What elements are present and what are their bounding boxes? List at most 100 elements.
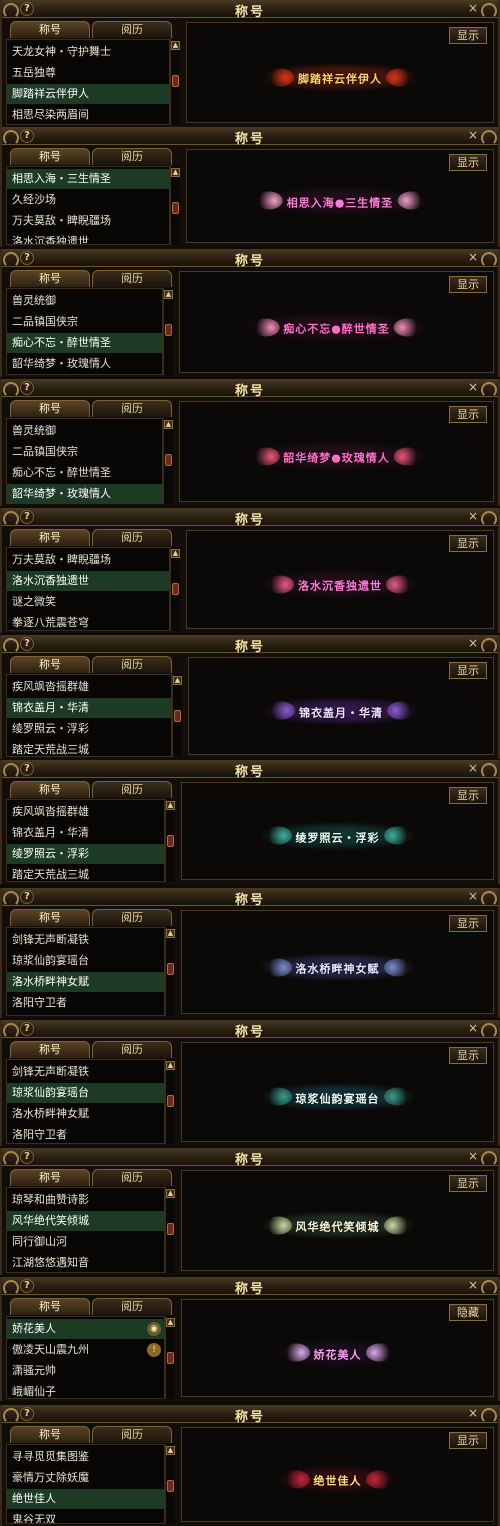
list-item[interactable]: 拳逐八荒震苍穹 xyxy=(7,613,169,630)
scroll-up-button[interactable]: ▲ xyxy=(166,801,175,810)
list-item[interactable]: 绫罗照云・浮彩 xyxy=(7,844,164,864)
scroll-thumb[interactable] xyxy=(167,1095,174,1107)
scroll-thumb[interactable] xyxy=(167,1223,174,1235)
list-item[interactable]: 洛水沉香独遗世 xyxy=(7,571,169,591)
show-button[interactable]: 显示 xyxy=(449,276,487,293)
list-item[interactable]: 二品镇国侠宗 xyxy=(7,442,162,462)
scrollbar[interactable]: ▲ xyxy=(165,1444,175,1524)
tab-history[interactable]: 阅历 xyxy=(92,1426,172,1443)
tab-titles[interactable]: 称号 xyxy=(10,656,90,673)
scroll-up-button[interactable]: ▲ xyxy=(164,420,173,429)
list-item[interactable]: 疾风飒沓摇群雄 xyxy=(7,802,164,822)
close-icon[interactable]: × xyxy=(466,890,480,904)
scrollbar[interactable]: ▲ xyxy=(172,674,182,757)
tab-titles[interactable]: 称号 xyxy=(10,909,90,926)
tab-history[interactable]: 阅历 xyxy=(92,1169,172,1186)
tab-titles[interactable]: 称号 xyxy=(10,148,90,165)
scrollbar[interactable]: ▲ xyxy=(165,1316,175,1399)
list-item[interactable]: 锦衣盖月・华清 xyxy=(7,698,171,718)
eye-icon[interactable]: ◉ xyxy=(147,1322,161,1336)
list-item[interactable]: 天龙女神・守护舞士 xyxy=(7,42,169,62)
tab-titles[interactable]: 称号 xyxy=(10,270,90,287)
show-button[interactable]: 显示 xyxy=(449,1047,487,1064)
show-button[interactable]: 显示 xyxy=(449,915,487,932)
list-item[interactable]: 洛水沉香独遗世 xyxy=(7,232,169,244)
list-item[interactable]: 洛阳守卫者 xyxy=(7,1125,164,1143)
list-item[interactable]: 琼琴和曲赞诗影 xyxy=(7,1190,164,1210)
show-button[interactable]: 显示 xyxy=(449,406,487,423)
tab-history[interactable]: 阅历 xyxy=(92,400,172,417)
tab-titles[interactable]: 称号 xyxy=(10,529,90,546)
tab-titles[interactable]: 称号 xyxy=(10,1169,90,1186)
tab-titles[interactable]: 称号 xyxy=(10,1426,90,1443)
show-button[interactable]: 显示 xyxy=(449,787,487,804)
scroll-up-button[interactable]: ▲ xyxy=(171,549,180,558)
tab-history[interactable]: 阅历 xyxy=(92,21,172,38)
scroll-up-button[interactable]: ▲ xyxy=(166,929,175,938)
scrollbar[interactable]: ▲ xyxy=(170,39,180,125)
list-item[interactable]: 豪情万丈除妖魔 xyxy=(7,1468,164,1488)
exclamation-icon[interactable]: ! xyxy=(147,1343,161,1357)
scrollbar[interactable]: ▲ xyxy=(163,288,173,375)
list-item[interactable]: 鬼谷无双 xyxy=(7,1510,164,1523)
list-item[interactable]: 韶华绮梦・玫瑰情人 xyxy=(7,354,162,374)
list-item[interactable]: 踏定天荒战三城 xyxy=(7,740,171,756)
list-item[interactable]: 久经沙场 xyxy=(7,190,169,210)
list-item[interactable]: 痴心不忘・醉世情圣 xyxy=(7,333,162,353)
tab-titles[interactable]: 称号 xyxy=(10,1041,90,1058)
list-item[interactable]: 同行御山河 xyxy=(7,1232,164,1252)
tab-history[interactable]: 阅历 xyxy=(92,1041,172,1058)
list-item[interactable]: 脚踏祥云伴伊人 xyxy=(7,84,169,104)
tab-titles[interactable]: 称号 xyxy=(10,781,90,798)
tab-titles[interactable]: 称号 xyxy=(10,400,90,417)
close-icon[interactable]: × xyxy=(466,381,480,395)
tab-titles[interactable]: 称号 xyxy=(10,21,90,38)
show-button[interactable]: 显示 xyxy=(449,535,487,552)
list-item[interactable]: 傲凌天山震九州! xyxy=(7,1340,164,1360)
tab-history[interactable]: 阅历 xyxy=(92,781,172,798)
list-item[interactable]: 峨嵋仙子 xyxy=(7,1382,164,1398)
list-item[interactable]: 娇花美人 ◉ xyxy=(7,1319,164,1339)
scrollbar[interactable]: ▲ xyxy=(170,166,180,245)
tab-history[interactable]: 阅历 xyxy=(92,148,172,165)
list-item[interactable]: 疾风飒沓摇群雄 xyxy=(7,677,171,697)
close-icon[interactable]: × xyxy=(466,1407,480,1421)
scroll-thumb[interactable] xyxy=(172,583,179,595)
close-icon[interactable]: × xyxy=(466,1022,480,1036)
list-item[interactable]: 绫罗照云・浮彩 xyxy=(7,719,171,739)
close-icon[interactable]: × xyxy=(466,1150,480,1164)
show-button[interactable]: 显示 xyxy=(449,1432,487,1449)
list-item[interactable]: 琼浆仙韵宴瑶台 xyxy=(7,1083,164,1103)
list-item[interactable]: 绝世佳人 xyxy=(7,1489,164,1509)
scroll-thumb[interactable] xyxy=(172,202,179,214)
scroll-thumb[interactable] xyxy=(174,710,181,722)
scroll-up-button[interactable]: ▲ xyxy=(166,1189,175,1198)
scroll-up-button[interactable]: ▲ xyxy=(173,676,182,685)
list-item[interactable]: 潇骚元帅 xyxy=(7,1361,164,1381)
list-item[interactable]: 剑锋无声断凝铁 xyxy=(7,930,164,950)
list-item[interactable]: 二品镇国侠宗 xyxy=(7,312,162,332)
list-item[interactable]: 韶华绮梦・玫瑰情人 xyxy=(7,484,162,503)
list-item[interactable]: 兽灵统御 xyxy=(7,291,162,311)
list-item[interactable]: 相思入海・三生情圣 xyxy=(7,169,169,189)
close-icon[interactable]: × xyxy=(466,1279,480,1293)
scroll-up-button[interactable]: ▲ xyxy=(164,290,173,299)
show-button[interactable]: 显示 xyxy=(449,662,487,679)
list-item[interactable]: 剑锋无声断凝铁 xyxy=(7,1062,164,1082)
scrollbar[interactable]: ▲ xyxy=(165,1187,175,1273)
scrollbar[interactable]: ▲ xyxy=(163,418,173,504)
scroll-thumb[interactable] xyxy=(165,324,172,336)
list-item[interactable]: 万夫莫敌・睥睨疆场 xyxy=(7,550,169,570)
scroll-thumb[interactable] xyxy=(167,963,174,975)
list-item[interactable]: 踏定天荒战三城 xyxy=(7,865,164,881)
list-item[interactable]: 相思尽染两眉间 xyxy=(7,105,169,124)
scroll-thumb[interactable] xyxy=(167,1352,174,1364)
scroll-up-button[interactable]: ▲ xyxy=(171,168,180,177)
scroll-thumb[interactable] xyxy=(167,835,174,847)
scrollbar[interactable]: ▲ xyxy=(165,799,175,882)
list-item[interactable]: 谜之微笑 xyxy=(7,592,169,612)
show-button[interactable]: 显示 xyxy=(449,154,487,171)
list-item[interactable]: 洛阳守卫者 xyxy=(7,993,164,1013)
list-item[interactable]: 万夫莫敌・睥睨疆场 xyxy=(7,211,169,231)
tab-history[interactable]: 阅历 xyxy=(92,909,172,926)
